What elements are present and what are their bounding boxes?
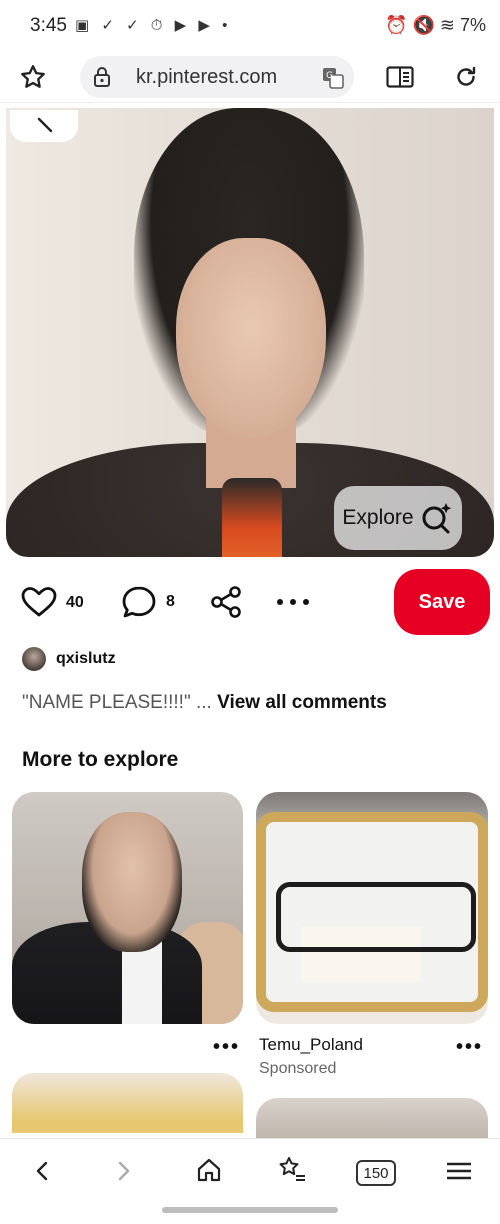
battery-text: 7% — [459, 15, 486, 35]
forward-nav-icon[interactable] — [110, 1157, 138, 1185]
wifi-icon: ≋ — [439, 15, 455, 35]
svg-text:G: G — [326, 71, 333, 81]
menu-icon[interactable] — [444, 1157, 474, 1185]
more-options-icon[interactable] — [274, 590, 312, 614]
refresh-icon[interactable] — [450, 62, 482, 92]
pin-card[interactable] — [256, 792, 488, 1024]
save-button[interactable]: Save — [394, 569, 490, 635]
comment-count: 8 — [166, 593, 175, 610]
comment-ellipsis: ... — [196, 692, 212, 713]
back-nav-icon[interactable] — [28, 1157, 56, 1185]
browser-bottom-nav: 150 — [0, 1138, 500, 1224]
explore-button[interactable]: Explore — [334, 486, 462, 550]
like-heart-icon[interactable] — [20, 585, 58, 619]
bookmarks-icon[interactable] — [276, 1155, 308, 1185]
alarm-icon: ⏰ — [385, 15, 408, 35]
explore-label: Explore — [342, 506, 414, 529]
status-bar: 3:45 ▣ ✓ ✓ ⏱ ▶ ▶ • ⏰ 🔇 ≋ 7% — [0, 0, 500, 52]
url-text: kr.pinterest.com — [136, 66, 278, 88]
face — [176, 238, 326, 438]
back-button[interactable] — [10, 110, 78, 142]
avatar[interactable] — [22, 647, 46, 671]
card-more-button[interactable]: ••• — [456, 1036, 483, 1059]
notification-icons: ▣ ✓ ✓ ⏱ ▶ ▶ • — [75, 17, 232, 34]
reader-mode-icon[interactable] — [383, 62, 417, 92]
translate-icon[interactable]: G — [320, 65, 346, 91]
pin-card[interactable] — [12, 792, 243, 1024]
tab-count-button[interactable]: 150 — [356, 1160, 396, 1186]
lock-icon — [90, 65, 114, 89]
gesture-bar — [162, 1207, 338, 1213]
back-arrow-icon — [37, 117, 53, 133]
visual-search-icon — [422, 503, 451, 534]
sponsored-label: Sponsored — [259, 1060, 337, 1077]
advertiser-name[interactable]: Temu_Poland — [259, 1035, 363, 1055]
section-title: More to explore — [22, 748, 179, 771]
status-time: 3:45 — [30, 15, 67, 36]
person — [82, 812, 182, 952]
pin-card[interactable] — [12, 1073, 243, 1133]
card-more-button[interactable]: ••• — [213, 1036, 240, 1059]
home-icon[interactable] — [194, 1155, 224, 1185]
share-icon[interactable] — [208, 584, 244, 620]
glasses — [276, 882, 476, 952]
comment-text: "NAME PLEASE!!!!" — [22, 692, 191, 713]
mute-icon: 🔇 — [412, 15, 435, 35]
comment-icon[interactable] — [120, 584, 158, 620]
view-all-comments-link[interactable]: View all comments — [217, 692, 387, 713]
username[interactable]: qxislutz — [56, 650, 116, 668]
pin-card[interactable] — [256, 1098, 488, 1138]
comment-preview[interactable]: "NAME PLEASE!!!!" ... View all comments — [22, 692, 387, 714]
status-right: ⏰ 🔇 ≋ 7% — [385, 15, 486, 36]
like-count: 40 — [66, 594, 84, 611]
browser-toolbar: kr.pinterest.com G — [0, 52, 500, 103]
bookmark-star-icon[interactable] — [16, 60, 50, 94]
microphone — [222, 478, 282, 557]
address-bar[interactable]: kr.pinterest.com G — [80, 56, 354, 98]
